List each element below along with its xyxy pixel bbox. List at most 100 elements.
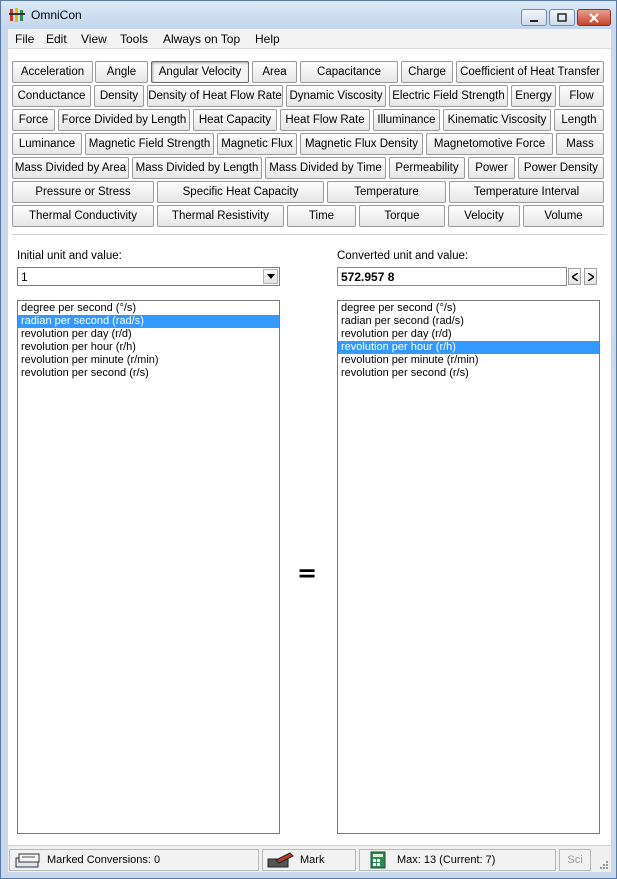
calculator-icon [370, 851, 386, 869]
initial-value[interactable]: 1 [21, 270, 28, 284]
omnicon-app-icon [9, 8, 25, 22]
quantity-button[interactable]: Power [468, 157, 515, 179]
quantity-button[interactable]: Charge [401, 61, 453, 83]
quantity-button[interactable]: Velocity [448, 205, 520, 227]
marked-conversions-text: Marked Conversions: 0 [47, 854, 161, 866]
unit-list-item[interactable]: revolution per second (r/s) [338, 367, 599, 380]
quantity-button[interactable]: Illuminance [373, 109, 440, 131]
quantity-button[interactable]: Thermal Resistivity [157, 205, 284, 227]
menu-help[interactable]: Help [255, 32, 280, 46]
converted-value-field[interactable]: 572.957 8 [337, 267, 567, 286]
quantity-button[interactable]: Heat Flow Rate [280, 109, 370, 131]
initial-value-combo[interactable]: 1 [17, 267, 280, 286]
quantity-button[interactable]: Mass [556, 133, 604, 155]
quantity-button[interactable]: Heat Capacity [193, 109, 277, 131]
initial-unit-list[interactable]: degree per second (°/s) radian per secon… [17, 300, 280, 834]
mark-label: Mark [300, 854, 325, 866]
mark-icon [267, 852, 294, 868]
unit-list-item[interactable]: radian per second (rad/s) [338, 315, 599, 328]
unit-list-item[interactable]: revolution per minute (r/min) [338, 354, 599, 367]
quantity-button[interactable]: Energy [511, 85, 556, 107]
quantity-button[interactable]: Electric Field Strength [389, 85, 508, 107]
unit-list-item[interactable]: revolution per minute (r/min) [18, 354, 279, 367]
divider [12, 234, 607, 235]
marked-conversions-panel[interactable]: Marked Conversions: 0 [9, 849, 259, 871]
quantity-button[interactable]: Conductance [12, 85, 91, 107]
converted-value[interactable]: 572.957 8 [341, 270, 394, 284]
mark-button[interactable]: Mark [262, 849, 356, 871]
quantity-button[interactable]: Pressure or Stress [12, 181, 154, 203]
precision-decrease-button[interactable] [568, 268, 581, 285]
quantity-button[interactable]: Torque [359, 205, 445, 227]
menu-tools[interactable]: Tools [120, 32, 148, 46]
quantity-button[interactable]: Mass Divided by Time [265, 157, 386, 179]
minimize-button[interactable] [521, 9, 547, 26]
quantity-button[interactable]: Area [252, 61, 297, 83]
close-button[interactable] [577, 9, 611, 26]
quantity-button[interactable]: Magnetic Field Strength [85, 133, 214, 155]
quantity-button[interactable]: Acceleration [12, 61, 93, 83]
quantity-button[interactable]: Flow [559, 85, 604, 107]
status-bar: Marked Conversions: 0 Mark Max: 13 (Curr… [8, 845, 611, 872]
unit-list-item[interactable]: revolution per day (r/d) [338, 328, 599, 341]
sci-toggle[interactable]: Sci [559, 849, 591, 871]
unit-list-item[interactable]: revolution per hour (r/h) [18, 341, 279, 354]
unit-list-item-selected[interactable]: radian per second (rad/s) [18, 315, 279, 328]
quantity-button[interactable]: Angle [95, 61, 148, 83]
quantity-button[interactable]: Luminance [12, 133, 82, 155]
quantity-button[interactable]: Magnetomotive Force [426, 133, 553, 155]
quantity-button[interactable]: Magnetic Flux [217, 133, 297, 155]
menu-bar: File Edit View Tools Always on Top Help [8, 29, 611, 49]
window-title: OmniCon [31, 8, 82, 22]
quantity-button[interactable]: Temperature Interval [449, 181, 604, 203]
client-area: File Edit View Tools Always on Top Help … [8, 29, 611, 872]
minimize-icon [530, 19, 538, 22]
title-bar[interactable]: OmniCon [1, 1, 616, 29]
equals-sign: = [297, 559, 318, 587]
menu-edit[interactable]: Edit [46, 32, 67, 46]
quantity-button[interactable]: Magnetic Flux Density [300, 133, 423, 155]
quantity-button[interactable]: Thermal Conductivity [12, 205, 154, 227]
quantity-button[interactable]: Mass Divided by Area [12, 157, 129, 179]
precision-increase-button[interactable] [584, 268, 597, 285]
dropdown-arrow-button[interactable] [263, 269, 278, 284]
chevron-down-icon [266, 274, 275, 279]
quantity-button[interactable]: Permeability [389, 157, 465, 179]
maximize-button[interactable] [549, 9, 575, 26]
unit-list-item-selected[interactable]: revolution per hour (r/h) [338, 341, 599, 354]
app-window: OmniCon File Edit View Tools Always on T… [0, 0, 617, 879]
quantity-button[interactable]: Capacitance [300, 61, 398, 83]
menu-view[interactable]: View [81, 32, 107, 46]
quantity-button[interactable]: Coefficient of Heat Transfer [456, 61, 604, 83]
unit-list-item[interactable]: degree per second (°/s) [338, 302, 599, 315]
quantity-button[interactable]: Density of Heat Flow Rate [147, 85, 283, 107]
menu-always-on-top[interactable]: Always on Top [163, 32, 240, 46]
max-conversions-panel: Max: 13 (Current: 7) [359, 849, 556, 871]
unit-list-item[interactable]: degree per second (°/s) [18, 302, 279, 315]
converted-unit-label: Converted unit and value: [337, 250, 469, 262]
converted-unit-list[interactable]: degree per second (°/s) radian per secon… [337, 300, 600, 834]
marked-conversions-icon [15, 853, 40, 868]
initial-unit-label: Initial unit and value: [17, 250, 122, 262]
quantity-button[interactable]: Dynamic Viscosity [286, 85, 386, 107]
quantity-button[interactable]: Force Divided by Length [58, 109, 190, 131]
quantity-button[interactable]: Kinematic Viscosity [443, 109, 551, 131]
quantity-button[interactable]: Density [94, 85, 144, 107]
max-conversions-text: Max: 13 (Current: 7) [397, 854, 496, 866]
sci-label: Sci [567, 854, 583, 866]
quantity-button[interactable]: Temperature [327, 181, 446, 203]
quantity-button[interactable]: Power Density [518, 157, 604, 179]
quantity-button[interactable]: Length [554, 109, 604, 131]
quantity-button[interactable]: Mass Divided by Length [132, 157, 262, 179]
quantity-button-selected[interactable]: Angular Velocity [151, 61, 249, 83]
menu-file[interactable]: File [15, 32, 34, 46]
quantity-button[interactable]: Force [12, 109, 55, 131]
chevron-right-icon [587, 272, 594, 281]
quantity-button[interactable]: Time [287, 205, 356, 227]
quantity-button[interactable]: Volume [523, 205, 604, 227]
unit-list-item[interactable]: revolution per day (r/d) [18, 328, 279, 341]
resize-grip-icon[interactable] [599, 860, 609, 870]
maximize-icon [557, 12, 567, 22]
quantity-button[interactable]: Specific Heat Capacity [157, 181, 324, 203]
unit-list-item[interactable]: revolution per second (r/s) [18, 367, 279, 380]
